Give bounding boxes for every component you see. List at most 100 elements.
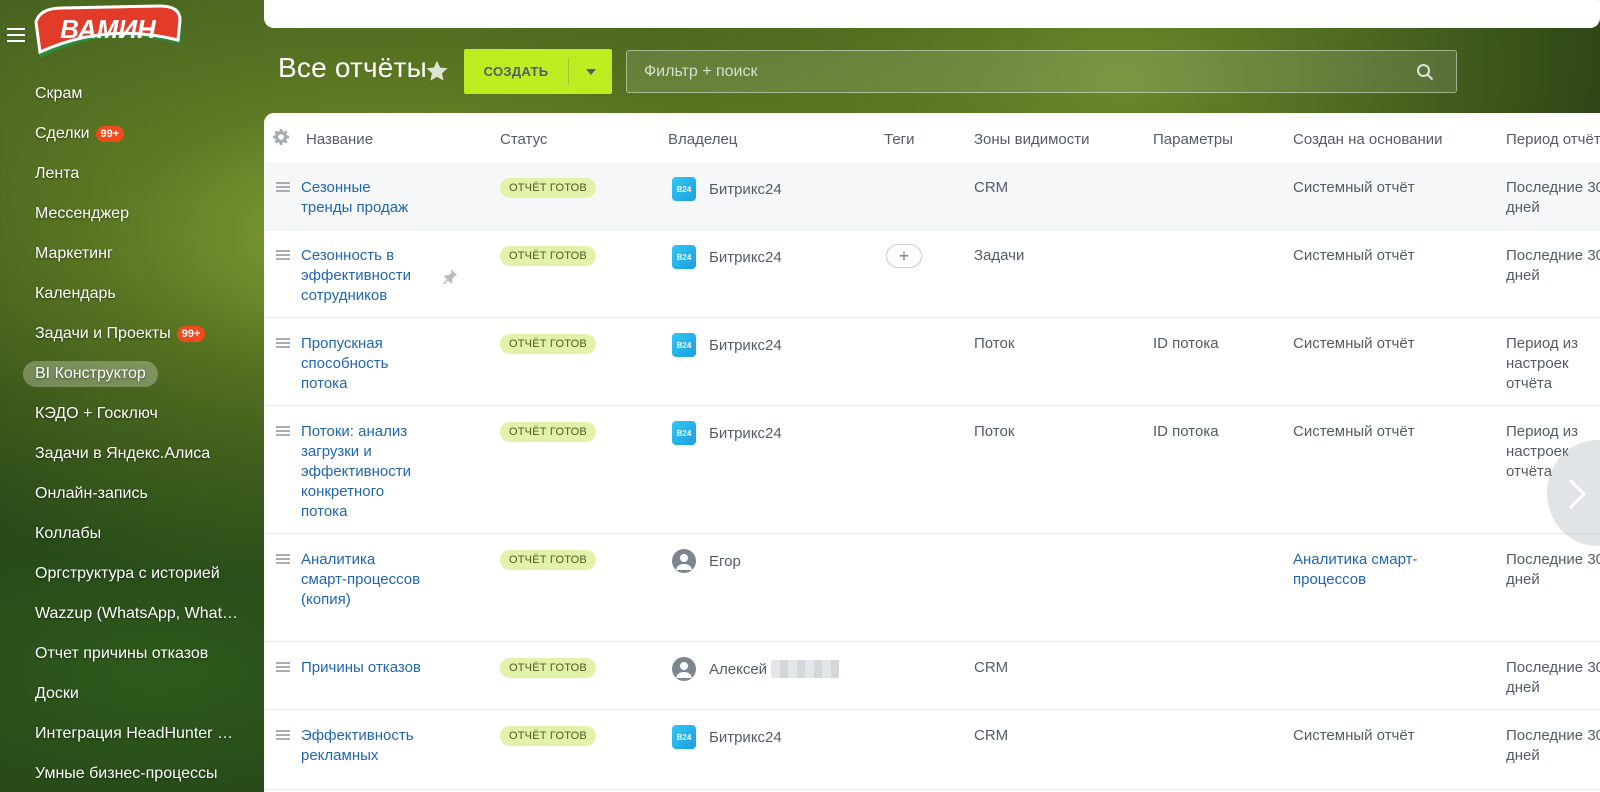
based-on[interactable]: Аналитика смарт-процессов	[1293, 550, 1443, 590]
bitrix24-icon: B24	[672, 245, 696, 269]
col-status[interactable]: Статус	[500, 131, 547, 148]
owner-name[interactable]: Егор	[709, 553, 741, 570]
table-row[interactable]: Аналитика смарт-процессов (копия) ОТЧЁТ Г…	[264, 534, 1600, 642]
report-name-link[interactable]: Потоки: анализ загрузки и эффективности …	[301, 422, 421, 522]
owner[interactable]: B24 Битрикс24	[672, 245, 782, 269]
owner[interactable]: B24 Битрикс24	[672, 333, 782, 357]
create-button[interactable]: СОЗДАТЬ	[464, 49, 612, 94]
report-name-link[interactable]: Эффективность рекламных	[301, 726, 421, 766]
sidebar-item[interactable]: Оргструктура с историей	[0, 554, 264, 594]
table-row[interactable]: Пропускная способность потока ОТЧЁТ ГОТОВ…	[264, 318, 1600, 406]
sidebar-item[interactable]: Маркетинг	[0, 234, 264, 274]
drag-handle-icon[interactable]	[276, 554, 290, 565]
col-tags[interactable]: Теги	[884, 131, 915, 148]
sidebar-item[interactable]: Коллабы	[0, 514, 264, 554]
sidebar-item[interactable]: Онлайн-запись	[0, 474, 264, 514]
company-logo[interactable]: ВАМИН	[32, 4, 182, 68]
report-name-link[interactable]: Сезонные тренды продаж	[301, 178, 421, 218]
owner[interactable]: B24 Битрикс24	[672, 725, 782, 749]
drag-handle-icon[interactable]	[276, 250, 290, 261]
report-name-link[interactable]: Аналитика смарт-процессов (копия)	[301, 550, 421, 610]
drag-handle-icon[interactable]	[276, 338, 290, 349]
owner[interactable]: Егор	[672, 549, 741, 573]
sidebar-item[interactable]: Лента	[0, 154, 264, 194]
sidebar-item-label: КЭДО + Госключ	[35, 405, 158, 422]
sidebar-item[interactable]: Доски	[0, 674, 264, 714]
favorite-star-icon[interactable]	[424, 58, 450, 84]
report-name-link[interactable]: Пропускная способность потока	[301, 334, 421, 394]
sidebar-item-label: BI Конструктор	[23, 361, 158, 387]
sidebar-item[interactable]: Wazzup (WhatsApp, WhatsApp Business, Tel…	[0, 594, 264, 634]
table-header: Название Статус Владелец Теги Зоны видим…	[264, 113, 1600, 165]
col-name[interactable]: Название	[306, 131, 373, 148]
sidebar-item-label: Умные бизнес-процессы	[35, 765, 218, 782]
drag-handle-icon[interactable]	[276, 182, 290, 193]
sidebar-item[interactable]: Мессенджер	[0, 194, 264, 234]
sidebar-item[interactable]: КЭДО + Госключ	[0, 394, 264, 434]
col-visibility[interactable]: Зоны видимости	[974, 131, 1090, 148]
menu-burger-icon[interactable]	[7, 28, 25, 42]
redacted-surname	[771, 660, 840, 678]
owner[interactable]: B24 Битрикс24	[672, 177, 782, 201]
table-row[interactable]: Причины отказов ОТЧЁТ ГОТОВ Алексей CRM Посл…	[264, 642, 1600, 710]
col-owner[interactable]: Владелец	[668, 131, 737, 148]
table-row[interactable]: Сезонные тренды продаж ОТЧЁТ ГОТОВ B24 Битр…	[264, 162, 1600, 230]
owner[interactable]: Алексей	[672, 657, 840, 681]
sidebar-item[interactable]: Сделки 99+	[0, 114, 264, 154]
sidebar-item[interactable]: Задачи в Яндекс.Алиса	[0, 434, 264, 474]
params: ID потока	[1153, 335, 1219, 352]
bitrix24-icon: B24	[672, 333, 696, 357]
sidebar-item-label: Коллабы	[35, 525, 102, 542]
pin-icon[interactable]	[442, 268, 458, 284]
owner-name[interactable]: Битрикс24	[709, 425, 782, 442]
sidebar-item-label: Доски	[35, 685, 79, 702]
sidebar-item-label: Календарь	[35, 285, 116, 302]
counter-badge: 99+	[95, 126, 125, 142]
params: ID потока	[1153, 423, 1219, 440]
table-row[interactable]: Потоки: анализ загрузки и эффективности …	[264, 406, 1600, 534]
visibility-zone: Поток	[974, 423, 1015, 440]
col-params[interactable]: Параметры	[1153, 131, 1233, 148]
status-badge: ОТЧЁТ ГОТОВ	[500, 726, 596, 746]
col-period[interactable]: Период отчёта	[1506, 131, 1600, 148]
report-name-link[interactable]: Сезонность в эффективности сотрудников	[301, 246, 421, 306]
owner-name[interactable]: Алексей	[709, 661, 767, 678]
report-period: Последние 30 дней	[1506, 551, 1600, 588]
create-dropdown-arrow-icon[interactable]	[569, 49, 612, 94]
visibility-zone: CRM	[974, 727, 1009, 744]
drag-handle-icon[interactable]	[276, 426, 290, 437]
gear-icon[interactable]	[273, 129, 289, 145]
filter-search[interactable]	[626, 50, 1457, 93]
user-avatar-icon	[672, 657, 696, 681]
report-name-link[interactable]: Причины отказов	[301, 658, 421, 678]
create-button-label[interactable]: СОЗДАТЬ	[464, 64, 568, 79]
owner-name[interactable]: Битрикс24	[709, 729, 782, 746]
search-icon[interactable]	[1416, 63, 1434, 81]
add-tag-button[interactable]: +	[886, 244, 922, 268]
sidebar-item-label: Задачи в Яндекс.Алиса	[35, 445, 211, 462]
sidebar-item[interactable]: Интеграция HeadHunter и Битрикс24	[0, 714, 264, 754]
report-period: Период из настроек отчёта	[1506, 335, 1579, 392]
owner-name[interactable]: Битрикс24	[709, 337, 782, 354]
owner-name[interactable]: Битрикс24	[709, 181, 782, 198]
table-row[interactable]: Сезонность в эффективности сотрудников ОТ…	[264, 230, 1600, 318]
user-avatar-icon	[672, 549, 696, 573]
owner[interactable]: B24 Битрикс24	[672, 421, 782, 445]
sidebar-item[interactable]: Отчет причины отказов	[0, 634, 264, 674]
sidebar-item[interactable]: Скрам	[0, 74, 264, 114]
status-badge: ОТЧЁТ ГОТОВ	[500, 178, 596, 198]
sidebar-item[interactable]: Задачи и Проекты 99+	[0, 314, 264, 354]
drag-handle-icon[interactable]	[276, 730, 290, 741]
based-on: Системный отчёт	[1293, 247, 1415, 264]
col-based-on[interactable]: Создан на основании	[1293, 131, 1443, 148]
bitrix24-icon: B24	[672, 177, 696, 201]
sidebar-item-label: Сделки	[35, 125, 90, 142]
table-row[interactable]: Эффективность рекламных ОТЧЁТ ГОТОВ B24 Бит…	[264, 710, 1600, 790]
top-panel	[264, 0, 1600, 28]
drag-handle-icon[interactable]	[276, 662, 290, 673]
sidebar-item[interactable]: Календарь	[0, 274, 264, 314]
search-input[interactable]	[627, 51, 1456, 92]
sidebar-item[interactable]: Умные бизнес-процессы	[0, 754, 264, 792]
sidebar-item[interactable]: BI Конструктор	[0, 354, 264, 394]
owner-name[interactable]: Битрикс24	[709, 249, 782, 266]
